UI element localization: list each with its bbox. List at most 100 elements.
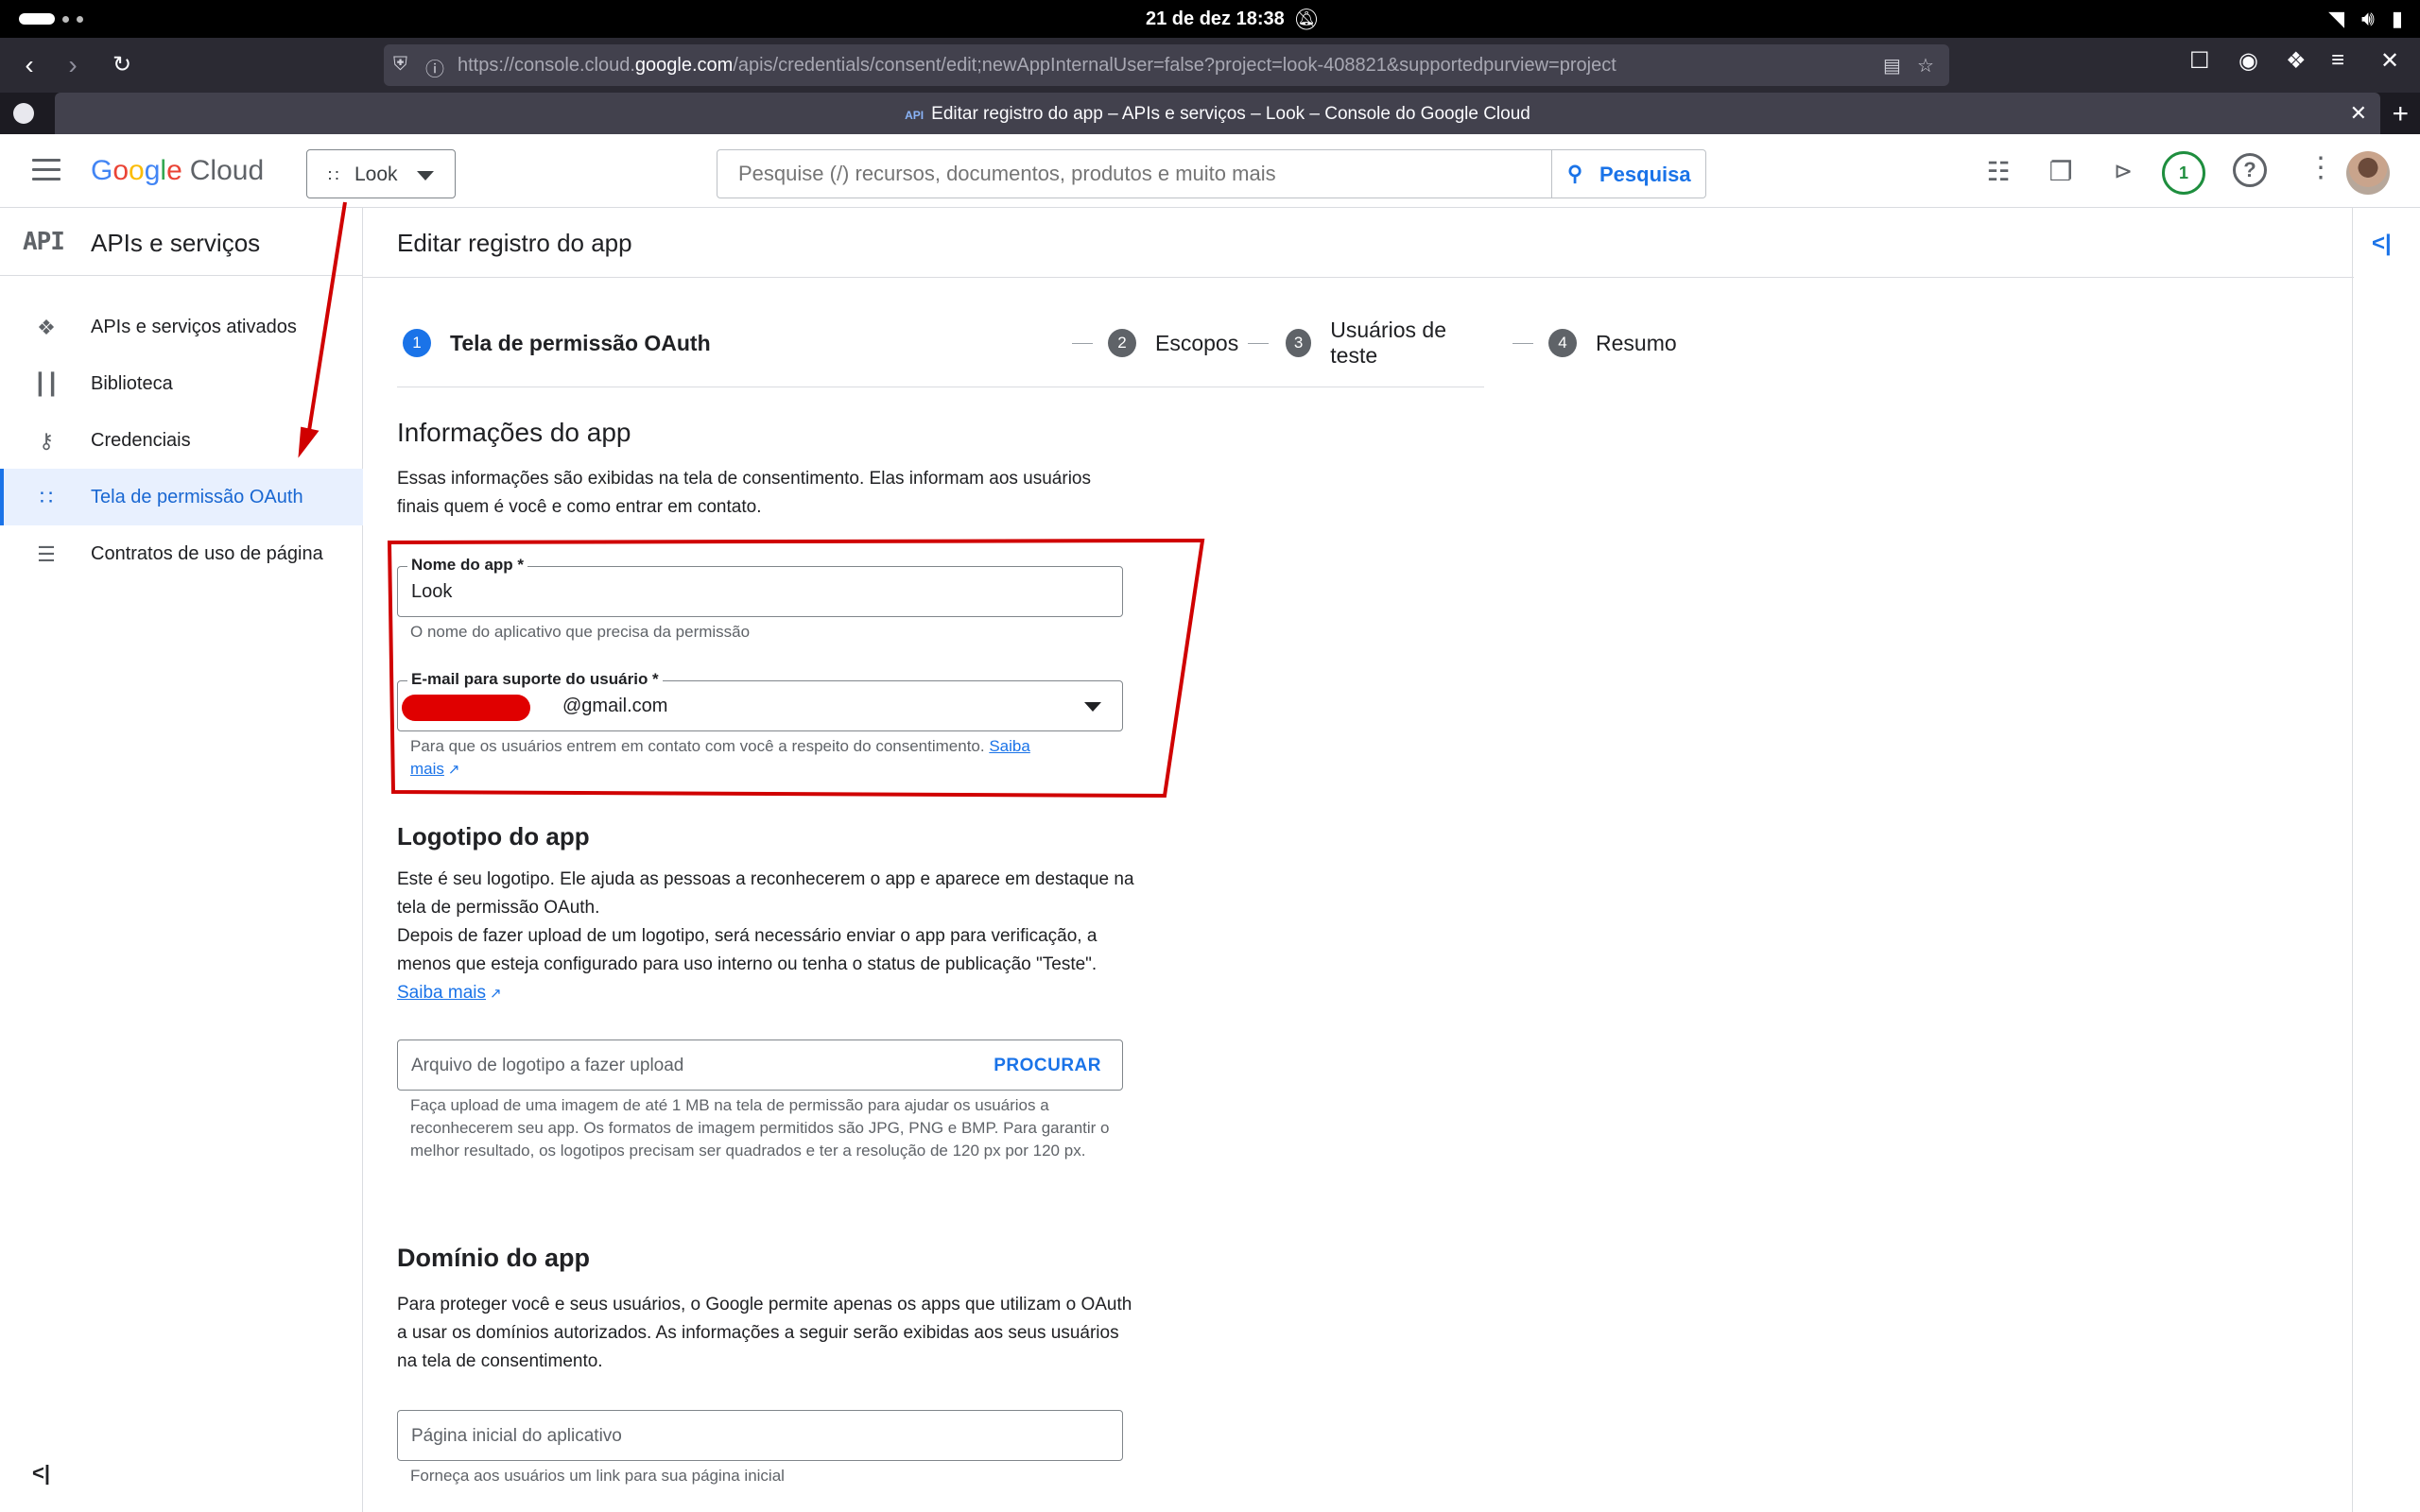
project-icon: ∷ (328, 166, 339, 185)
reader-view-icon[interactable]: ▤ (1883, 54, 1901, 77)
homepage-placeholder: Página inicial do aplicativo (411, 1426, 622, 1446)
do-not-disturb-icon: 🔕︎ (1293, 8, 1320, 31)
logo-upload-placeholder: Arquivo de logotipo a fazer upload (411, 1056, 684, 1075)
project-selector[interactable]: ∷ Look (306, 149, 456, 198)
domain-description: Para proteger você e seus usuários, o Go… (397, 1295, 1132, 1371)
homepage-hint: Forneça aos usuários um link para sua pá… (410, 1467, 785, 1485)
forward-icon[interactable]: › (55, 47, 91, 83)
step-test-users[interactable]: 3 Usuários de teste (1286, 318, 1484, 368)
page-title: Editar registro do app (397, 229, 632, 257)
sidebar-header: API APIs e serviços (0, 208, 363, 276)
battery-icon: ▮ (2391, 7, 2403, 30)
pocket-icon[interactable]: ☐ (2189, 47, 2210, 75)
search-box[interactable] (717, 149, 1552, 198)
logo-learn-more-link[interactable]: Saiba mais (397, 983, 486, 1003)
stepper: 1 Tela de permissão OAuth 2 Escopos 3 Us… (397, 302, 1677, 387)
tab-title: Editar registro do app – APIs e serviços… (931, 104, 1530, 124)
step-summary[interactable]: 4 Resumo (1548, 329, 1677, 357)
step-divider (1248, 343, 1269, 344)
page-header: Editar registro do app (363, 208, 2354, 278)
logo-upload-hint: Faça upload de uma imagem de até 1 MB na… (410, 1096, 1110, 1160)
info-icon[interactable]: ⓘ (425, 54, 444, 81)
firefox-view-icon[interactable] (13, 103, 34, 124)
console-header: GoogleCloud ∷ Look ⚲ Pesquisa ☷ ❐ ⊳ 1 ? … (0, 134, 2420, 208)
reload-icon[interactable]: ↻ (104, 47, 140, 83)
menu-icon[interactable]: ≡ (2331, 47, 2344, 74)
app-name-hint: O nome do aplicativo que precisa da perm… (410, 623, 751, 641)
logo-description: Este é seu logotipo. Ele ajuda as pessoa… (397, 869, 1134, 1003)
wifi-icon: ◥ (2328, 7, 2345, 30)
release-notes-icon[interactable]: ☷ (1979, 153, 2017, 191)
support-email-select[interactable]: E-mail para suporte do usuário * @gmail.… (397, 670, 1123, 731)
chevron-down-icon (1084, 702, 1101, 712)
main-content: Editar registro do app 1 Tela de permiss… (363, 208, 2354, 1512)
app-info-description: Essas informações são exibidas na tela d… (397, 469, 1091, 517)
gift-icon[interactable]: ❐ (2042, 153, 2080, 191)
url-bar[interactable]: ⛨ ⓘ https://console.cloud.google.com/api… (384, 44, 1949, 86)
search-button[interactable]: ⚲ Pesquisa (1551, 149, 1706, 198)
api-logo-icon: API (23, 228, 65, 256)
settings-list-icon: ☰ (37, 542, 56, 566)
system-clock[interactable]: 21 de dez 18:38 (1146, 9, 1285, 30)
tab-active[interactable]: API Editar registro do app – APIs e servi… (55, 93, 2380, 134)
volume-icon: 🔊︎ (2361, 7, 2375, 30)
system-top-bar: 21 de dez 18:38 🔕︎ ◥ 🔊︎ ▮ (0, 0, 2420, 38)
support-email-value: @gmail.com (562, 696, 668, 716)
new-tab-icon[interactable]: + (2392, 98, 2409, 130)
shield-icon[interactable]: ⛨ (393, 54, 407, 76)
bookmark-star-icon[interactable]: ☆ (1917, 54, 1934, 77)
sidebar-item-oauth-consent[interactable]: ∷ Tela de permissão OAuth (0, 469, 363, 525)
app-name-value[interactable]: Look (411, 581, 452, 603)
url-text[interactable]: https://console.cloud.google.com/apis/cr… (458, 55, 1616, 77)
external-link-icon: ↗ (447, 762, 460, 778)
expand-panel-icon[interactable]: <| (2372, 231, 2392, 257)
sidebar: API APIs e serviços ❖ APIs e serviços at… (0, 208, 363, 1512)
activities-indicator[interactable] (19, 13, 83, 25)
logo-upload-field[interactable]: Arquivo de logotipo a fazer upload PROCU… (397, 1040, 1123, 1091)
chevron-down-icon (417, 171, 434, 180)
sidebar-item-library[interactable]: ┃┃ Biblioteca (0, 355, 363, 412)
key-icon: ⚷ (38, 429, 55, 453)
sidebar-item-enabled-apis[interactable]: ❖ APIs e serviços ativados (0, 299, 363, 355)
more-options-icon[interactable]: ⋮ (2307, 151, 2335, 184)
avatar[interactable] (2346, 151, 2390, 195)
step-oauth-consent[interactable]: 1 Tela de permissão OAuth (403, 329, 711, 357)
app-name-label: Nome do app * (407, 556, 528, 575)
browser-toolbar: ‹ › ↻ ⛨ ⓘ https://console.cloud.google.c… (0, 38, 2420, 93)
hub-icon: ❖ (37, 316, 56, 339)
right-rail: <| (2352, 208, 2420, 1512)
back-icon[interactable]: ‹ (11, 47, 47, 83)
tab-close-icon[interactable]: ✕ (2350, 101, 2367, 126)
step-divider (1512, 343, 1533, 344)
close-window-icon[interactable]: ✕ (2380, 47, 2399, 75)
help-icon[interactable]: ? (2233, 153, 2267, 187)
domain-heading: Domínio do app (397, 1244, 590, 1272)
search-input[interactable] (738, 162, 1532, 186)
extensions-icon[interactable]: ❖ (2286, 47, 2307, 75)
consent-icon: ∷ (40, 486, 53, 509)
tab-favicon: API (905, 109, 925, 122)
tab-bar: API Editar registro do app – APIs e servi… (0, 93, 2420, 134)
hamburger-menu-icon[interactable] (32, 159, 60, 181)
account-icon[interactable]: ◉ (2238, 47, 2258, 75)
step-scopes[interactable]: 2 Escopos (1108, 329, 1238, 357)
step-divider (1072, 343, 1093, 344)
sidebar-item-credentials[interactable]: ⚷ Credenciais (0, 412, 363, 469)
logo-heading: Logotipo do app (397, 822, 590, 850)
collapse-sidebar-icon[interactable]: <| (32, 1461, 50, 1486)
browse-button[interactable]: PROCURAR (994, 1056, 1101, 1076)
app-info-heading: Informações do app (397, 418, 631, 447)
external-link-icon: ↗ (490, 986, 502, 1002)
google-cloud-logo[interactable]: Google Cloud (91, 155, 264, 187)
support-email-hint: Para que os usuários entrem em contato c… (410, 737, 1030, 778)
system-status-area[interactable]: ◥ 🔊︎ ▮ (2328, 7, 2403, 31)
redaction-mark (402, 695, 530, 721)
sidebar-item-page-usage[interactable]: ☰ Contratos de uso de página (0, 525, 363, 582)
search-icon: ⚲ (1567, 162, 1583, 185)
project-name: Look (354, 163, 398, 185)
homepage-field[interactable]: Página inicial do aplicativo (397, 1410, 1123, 1461)
cloud-shell-icon[interactable]: ⊳ (2104, 153, 2142, 191)
support-email-label: E-mail para suporte do usuário * (407, 670, 663, 689)
app-name-field[interactable]: Nome do app * Look (397, 556, 1123, 617)
notifications-badge[interactable]: 1 (2162, 151, 2205, 195)
